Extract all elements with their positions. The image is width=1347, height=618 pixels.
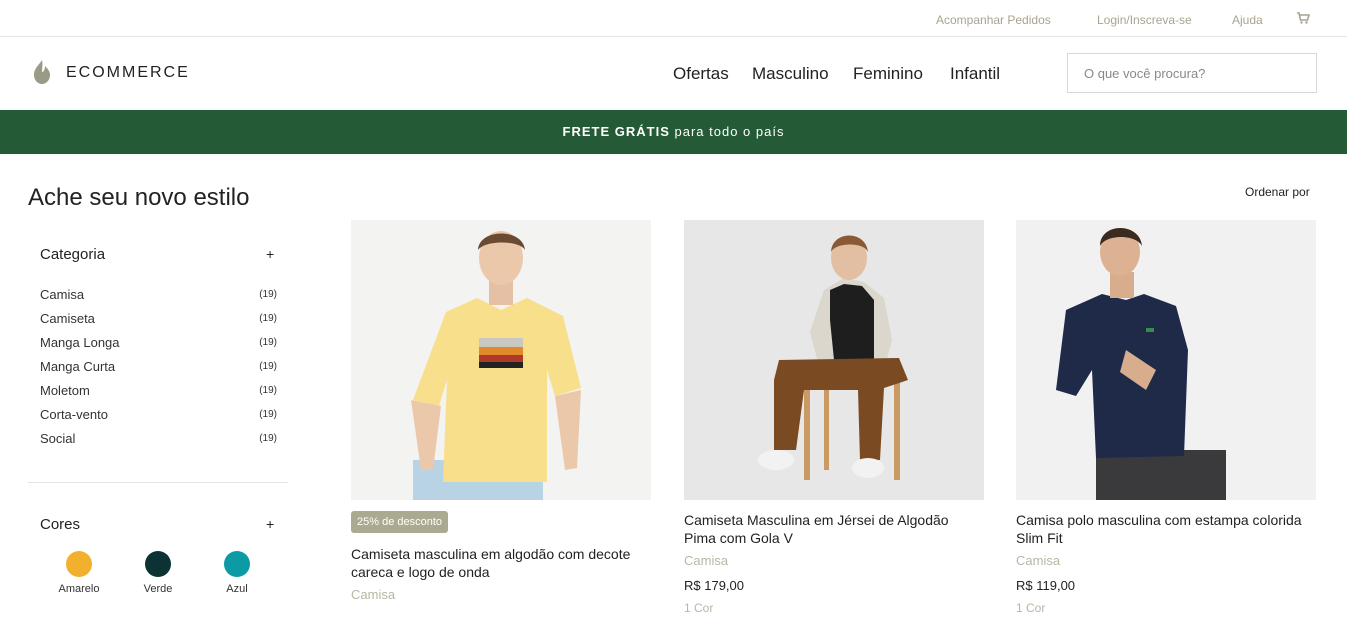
swatch-dot [145, 551, 171, 577]
product-price: R$ 179,00 [684, 578, 744, 593]
category-count: (19) [259, 336, 277, 348]
login-link[interactable]: Login/Inscreva-se [1097, 13, 1192, 27]
category-count: (19) [259, 408, 277, 420]
swatch-label: Verde [143, 583, 173, 595]
track-orders-link[interactable]: Acompanhar Pedidos [936, 13, 1051, 27]
category-item-camisa[interactable]: Camisa (19) [40, 282, 277, 306]
product-name[interactable]: Camiseta masculina em algodão com decote… [351, 545, 651, 581]
product-photo-yellow-tshirt [411, 231, 581, 500]
product-type: Camisa [1016, 553, 1061, 568]
promo-bold-text: FRETE GRÁTIS [562, 124, 670, 139]
category-item-manga-longa[interactable]: Manga Longa (19) [40, 330, 277, 354]
category-item-moletom[interactable]: Moletom (19) [40, 378, 277, 402]
category-count: (19) [259, 288, 277, 300]
color-swatch-verde[interactable]: Verde [129, 551, 187, 595]
category-label: Moletom [40, 382, 90, 398]
promo-text: para todo o país [669, 124, 785, 139]
main-header: ECOMMERCE Ofertas Masculino Feminino Inf… [0, 37, 1347, 110]
brand-name[interactable]: ECOMMERCE [66, 64, 190, 82]
search-input[interactable] [1067, 53, 1317, 93]
cart-icon[interactable] [1296, 11, 1310, 25]
utility-bar: Acompanhar Pedidos Login/Inscreva-se Aju… [0, 0, 1347, 37]
category-item-social[interactable]: Social (19) [40, 426, 277, 450]
product-card[interactable]: 25% de desconto Camiseta masculina em al… [351, 220, 651, 602]
swatch-dot [224, 551, 250, 577]
category-label: Manga Curta [40, 358, 116, 374]
product-image[interactable] [684, 220, 984, 500]
product-card[interactable]: Camiseta Masculina em Jérsei de Algodão … [684, 220, 984, 615]
category-item-manga-curta[interactable]: Manga Curta (19) [40, 354, 277, 378]
category-list: Camisa (19) Camiseta (19) Manga Longa (19) … [40, 282, 277, 450]
category-label: Camisa [40, 286, 85, 302]
category-count: (19) [259, 384, 277, 396]
category-count: (19) [259, 312, 277, 324]
color-swatches: Amarelo Verde Azul [50, 551, 287, 595]
category-item-corta-vento[interactable]: Corta-vento (19) [40, 402, 277, 426]
category-filter-title[interactable]: Categoria [40, 246, 105, 263]
discount-badge: 25% de desconto [351, 511, 449, 533]
category-label: Manga Longa [40, 334, 120, 350]
category-label: Social [40, 430, 76, 446]
product-image[interactable] [1016, 220, 1316, 500]
product-card[interactable]: Camisa polo masculina com estampa colori… [1016, 220, 1316, 615]
nav-feminino[interactable]: Feminino [853, 64, 923, 84]
swatch-dot [66, 551, 92, 577]
product-color-count: 1 Cor [684, 601, 714, 615]
product-name[interactable]: Camiseta Masculina em Jérsei de Algodão … [684, 511, 984, 547]
product-photo-seated-man [758, 235, 908, 480]
category-count: (19) [259, 432, 277, 444]
nav-masculino[interactable]: Masculino [752, 64, 829, 84]
swatch-label: Azul [226, 583, 248, 595]
sort-dropdown[interactable]: Ordenar por [1245, 185, 1310, 199]
category-item-camiseta[interactable]: Camiseta (19) [40, 306, 277, 330]
category-label: Camiseta [40, 310, 95, 326]
product-type: Camisa [684, 553, 729, 568]
color-swatch-amarelo[interactable]: Amarelo [50, 551, 108, 595]
product-name[interactable]: Camisa polo masculina com estampa colori… [1016, 511, 1316, 547]
product-image[interactable] [351, 220, 651, 500]
filter-divider [28, 482, 288, 483]
product-price: R$ 119,00 [1016, 578, 1076, 593]
flame-logo-icon[interactable] [32, 59, 52, 85]
help-link[interactable]: Ajuda [1232, 13, 1263, 27]
category-expand-button[interactable]: + [266, 246, 274, 262]
category-label: Corta-vento [40, 406, 108, 422]
product-color-count: 1 Cor [1016, 601, 1046, 615]
page-title: Ache seu novo estilo [28, 184, 250, 211]
category-count: (19) [259, 360, 277, 372]
product-type: Camisa [351, 587, 396, 602]
colors-expand-button[interactable]: + [266, 516, 274, 532]
free-shipping-banner: FRETE GRÁTIS para todo o país [0, 110, 1347, 154]
nav-ofertas[interactable]: Ofertas [673, 64, 729, 84]
colors-filter-title[interactable]: Cores [40, 516, 80, 533]
product-photo-navy-polo [1056, 228, 1226, 500]
swatch-label: Amarelo [58, 583, 100, 595]
nav-infantil[interactable]: Infantil [950, 64, 1000, 84]
color-swatch-azul[interactable]: Azul [208, 551, 266, 595]
